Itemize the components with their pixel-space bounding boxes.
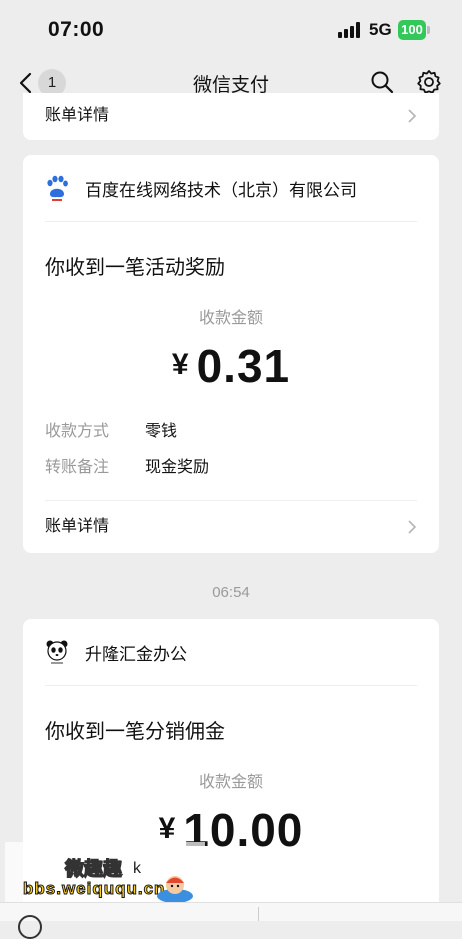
amount-number: 0.31 xyxy=(196,340,291,392)
site-watermark: 微趣趣 k bbs.weiququ.cn xyxy=(5,842,205,906)
amount-value: ¥0.31 xyxy=(23,339,439,393)
message-headline: 你收到一笔活动奖励 xyxy=(45,257,225,279)
mascot-icon xyxy=(157,876,193,903)
merchant-name: 百度在线网络技术（北京）有限公司 xyxy=(85,181,357,200)
status-bar: 07:00 5G 100 xyxy=(0,0,462,60)
watermark-url: bbs.weiququ.cn xyxy=(22,879,166,899)
payment-message-card: 百度在线网络技术（北京）有限公司 你收到一笔活动奖励 收款金额 ¥0.31 收款… xyxy=(23,155,439,553)
battery-level: 100 xyxy=(398,20,426,40)
keyboard-toggle-icon[interactable] xyxy=(18,915,42,939)
chevron-right-icon xyxy=(408,520,417,534)
merchant-header[interactable]: 百度在线网络技术（北京）有限公司 xyxy=(45,155,417,222)
detail-row-transfer-note: 转账备注 现金奖励 xyxy=(45,453,209,477)
battery-tip xyxy=(427,26,430,34)
menu-divider xyxy=(258,907,259,921)
watermark-glyph: k xyxy=(133,860,141,877)
bill-detail-row[interactable]: 账单详情 xyxy=(45,501,417,553)
status-time: 07:00 xyxy=(48,18,105,41)
bill-detail-label: 账单详情 xyxy=(45,518,110,535)
message-headline: 你收到一笔分销佣金 xyxy=(45,721,225,743)
signal-strength-icon xyxy=(338,22,360,38)
merchant-header[interactable]: 升隆汇金办公 xyxy=(45,619,417,686)
currency-symbol: ¥ xyxy=(171,348,189,381)
panda-logo-icon xyxy=(46,640,68,664)
search-icon[interactable] xyxy=(370,70,394,94)
bill-detail-label: 账单详情 xyxy=(45,107,110,124)
currency-symbol: ¥ xyxy=(158,812,176,845)
detail-row-payment-method: 收款方式 零钱 xyxy=(45,417,177,441)
timestamp-separator: 06:54 xyxy=(212,584,250,601)
gear-icon[interactable] xyxy=(416,69,442,95)
bottom-menu-bar xyxy=(0,902,462,939)
network-type: 5G xyxy=(369,20,392,39)
detail-value: 零钱 xyxy=(145,423,178,440)
detail-key: 收款方式 xyxy=(45,423,110,440)
previous-message-card: 账单详情 xyxy=(23,93,439,140)
baidu-paw-logo-icon xyxy=(47,175,68,201)
detail-key: 转账备注 xyxy=(45,459,110,476)
detail-value: 现金奖励 xyxy=(145,459,210,476)
amount-label: 收款金额 xyxy=(198,310,263,327)
chevron-right-icon xyxy=(408,109,417,123)
watermark-site-name: 微趣趣 xyxy=(64,858,123,880)
merchant-name: 升隆汇金办公 xyxy=(85,645,187,664)
amount-label: 收款金额 xyxy=(198,774,263,791)
battery-icon: 100 xyxy=(398,20,431,40)
bill-detail-row[interactable]: 账单详情 xyxy=(45,93,417,140)
